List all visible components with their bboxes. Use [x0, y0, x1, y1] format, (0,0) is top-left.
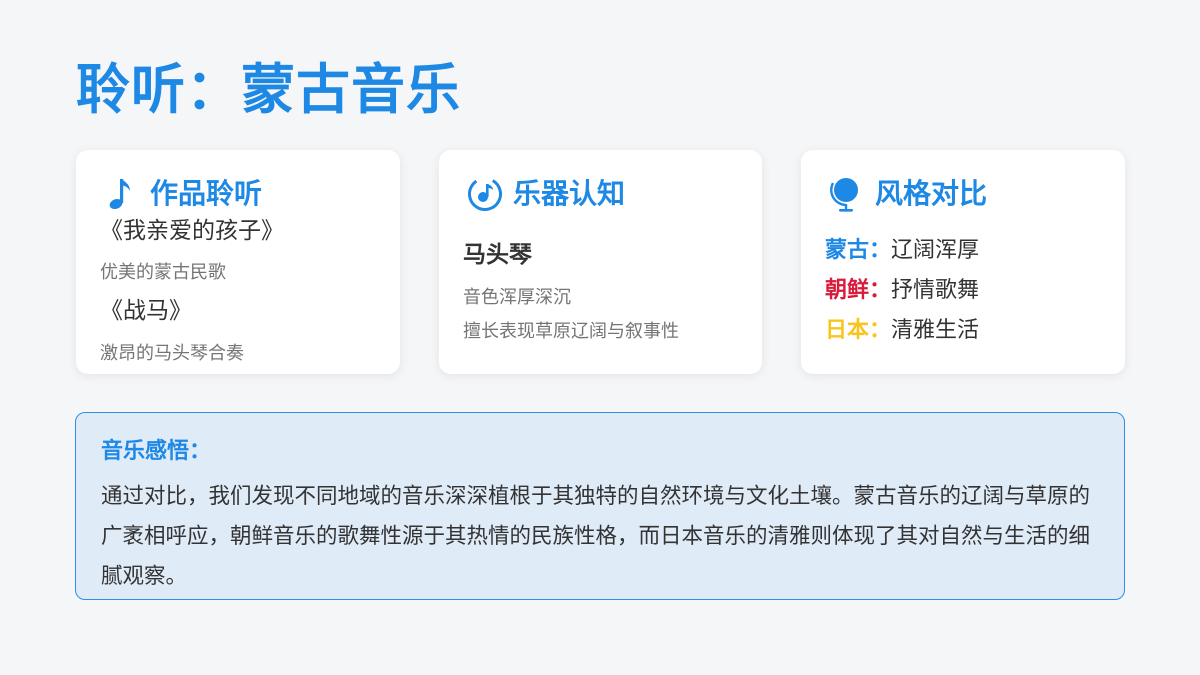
- style-key: 蒙古：: [825, 238, 892, 263]
- style-value: 清雅生活: [891, 318, 980, 343]
- insight-box: 音乐感悟： 通过对比，我们发现不同地域的音乐深深植根于其独特的自然环境与文化土壤…: [75, 412, 1125, 600]
- song-description: 优美的蒙古民歌: [100, 262, 226, 283]
- song-title: 《我亲爱的孩子》: [100, 218, 284, 244]
- song-description: 激昂的马头琴合奏: [100, 343, 244, 364]
- instrument-description: 音色浑厚深沉: [463, 287, 571, 308]
- song-title: 《战马》: [100, 298, 192, 324]
- instrument-description: 擅长表现草原辽阔与叙事性: [463, 321, 679, 342]
- style-value: 辽阔浑厚: [891, 238, 980, 263]
- instrument-card-header: 乐器认知: [467, 174, 625, 214]
- listening-card-header: 作品聆听: [104, 174, 262, 214]
- listening-card-title: 作品聆听: [150, 177, 263, 211]
- instrument-name: 马头琴: [463, 242, 532, 268]
- globe-icon: [829, 174, 865, 214]
- style-key: 朝鲜：: [825, 278, 892, 303]
- style-card-title: 风格对比: [875, 177, 988, 211]
- listening-card: 作品聆听 《我亲爱的孩子》 优美的蒙古民歌 《战马》 激昂的马头琴合奏: [76, 150, 400, 374]
- style-row-mongolia: 蒙古：辽阔浑厚: [825, 238, 979, 264]
- page-title: 聆听：蒙古音乐: [76, 58, 461, 121]
- music-note-icon: [104, 174, 140, 214]
- instrument-card: 乐器认知 马头琴 音色浑厚深沉 擅长表现草原辽阔与叙事性: [439, 150, 762, 374]
- insight-title: 音乐感悟：: [101, 439, 212, 464]
- style-row-japan: 日本：清雅生活: [825, 318, 979, 344]
- style-key: 日本：: [825, 318, 892, 343]
- style-value: 抒情歌舞: [891, 278, 980, 303]
- instrument-card-title: 乐器认知: [513, 177, 626, 211]
- style-card-header: 风格对比: [829, 174, 987, 214]
- style-row-korea: 朝鲜：抒情歌舞: [825, 278, 979, 304]
- insight-body: 通过对比，我们发现不同地域的音乐深深植根于其独特的自然环境与文化土壤。蒙古音乐的…: [101, 484, 1091, 589]
- music-disc-icon: [467, 174, 503, 214]
- style-card: 风格对比 蒙古：辽阔浑厚 朝鲜：抒情歌舞 日本：清雅生活: [801, 150, 1125, 374]
